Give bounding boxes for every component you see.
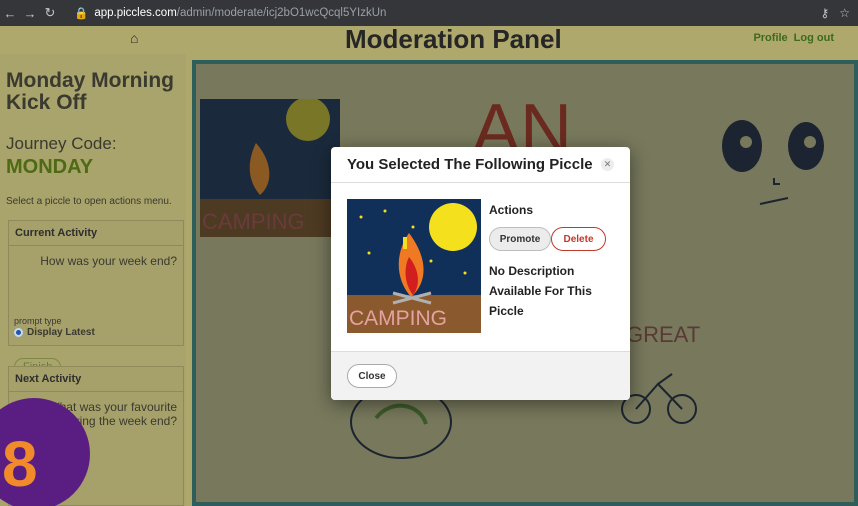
page-title: Moderation Panel bbox=[345, 24, 562, 54]
modal-title: You Selected The Following Piccle bbox=[347, 156, 593, 173]
selected-piccle-thumbnail: CAMPING bbox=[347, 199, 481, 333]
thumbnail-camping-label: CAMPING bbox=[349, 307, 447, 330]
app-header: ⌂ Moderation Panel Profile Log out bbox=[0, 24, 858, 54]
home-icon[interactable]: ⌂ bbox=[130, 30, 138, 46]
profile-link[interactable]: Profile bbox=[753, 32, 787, 44]
star-icon[interactable]: ☆ bbox=[839, 6, 850, 20]
journey-title: Monday Morning Kick Off bbox=[6, 69, 174, 114]
browser-toolbar: ← → ↻ 🔒 app.piccles.com/admin/moderate/i… bbox=[0, 0, 858, 26]
modal-footer: Close bbox=[331, 351, 630, 400]
current-activity-prompt: How was your week end? bbox=[40, 254, 177, 268]
back-arrow-icon[interactable]: ← bbox=[0, 6, 20, 21]
piccle-camping[interactable]: CAMPING bbox=[200, 99, 340, 237]
lock-icon: 🔒 bbox=[74, 8, 89, 20]
url-domain: app.piccles.com bbox=[94, 7, 177, 19]
app-root: ⌂ Moderation Panel Profile Log out Monda… bbox=[0, 24, 858, 506]
close-icon[interactable]: ✕ bbox=[601, 158, 614, 171]
reload-icon[interactable]: ↻ bbox=[40, 5, 60, 21]
prompt-type-value: Display Latest bbox=[27, 327, 95, 338]
delete-button[interactable]: Delete bbox=[551, 227, 606, 251]
key-icon[interactable]: ⚷ bbox=[820, 6, 829, 20]
select-hint: Select a piccle to open actions menu. bbox=[6, 196, 172, 207]
close-button[interactable]: Close bbox=[347, 364, 397, 388]
prompt-type-option[interactable]: Display Latest bbox=[14, 327, 95, 338]
modal-body: CAMPING Actions Promote Delete No Descri… bbox=[331, 183, 630, 351]
journey-code-label: Journey Code: bbox=[6, 134, 117, 153]
next-activity-label: Next Activity bbox=[9, 367, 183, 392]
current-activity-label: Current Activity bbox=[9, 221, 183, 246]
modal-header: You Selected The Following Piccle ✕ bbox=[331, 147, 630, 183]
radio-selected-icon[interactable] bbox=[14, 328, 23, 337]
address-bar[interactable]: 🔒 app.piccles.com/admin/moderate/icj2bO1… bbox=[74, 6, 386, 20]
prompt-type-label: prompt type bbox=[14, 316, 62, 326]
piccle-plant[interactable] bbox=[346, 394, 456, 464]
piccle-camping-label: CAMPING bbox=[202, 209, 305, 234]
piccle-description: No Description Available For This Piccle bbox=[489, 264, 592, 318]
journey-code-value: MONDAY bbox=[6, 156, 94, 178]
piccle-great-label: GREAT bbox=[626, 322, 700, 347]
piccle-modal: You Selected The Following Piccle ✕ CAMP… bbox=[331, 147, 630, 400]
logout-link[interactable]: Log out bbox=[794, 32, 834, 44]
step-number: 8 bbox=[2, 428, 38, 500]
actions-label: Actions bbox=[489, 203, 534, 217]
piccle-face[interactable] bbox=[704, 94, 844, 234]
forward-arrow-icon[interactable]: → bbox=[20, 6, 40, 21]
url-path: /admin/moderate/icj2bO1wcQcql5YIzkUn bbox=[176, 7, 387, 19]
promote-button[interactable]: Promote bbox=[489, 227, 551, 251]
